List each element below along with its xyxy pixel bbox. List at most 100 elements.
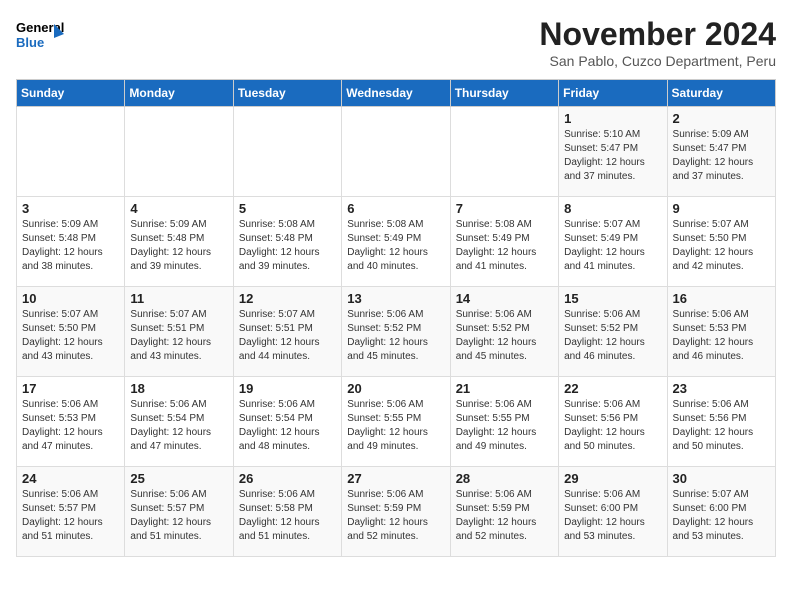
calendar-cell: 21 Sunrise: 5:06 AM Sunset: 5:55 PM Dayli… [450, 377, 558, 467]
day-number: 28 [456, 471, 553, 486]
calendar-cell: 18 Sunrise: 5:06 AM Sunset: 5:54 PM Dayli… [125, 377, 233, 467]
weekday-header-saturday: Saturday [667, 80, 775, 107]
cell-detail: Sunrise: 5:06 AM Sunset: 5:53 PM Dayligh… [673, 308, 770, 364]
day-number: 23 [673, 381, 770, 396]
calendar-cell [342, 107, 450, 197]
weekday-header-thursday: Thursday [450, 80, 558, 107]
calendar-cell: 24 Sunrise: 5:06 AM Sunset: 5:57 PM Dayli… [17, 467, 125, 557]
cell-detail: Sunrise: 5:07 AM Sunset: 6:00 PM Dayligh… [673, 488, 770, 544]
week-row-0: 1 Sunrise: 5:10 AM Sunset: 5:47 PM Daylig… [17, 107, 776, 197]
calendar-cell: 14 Sunrise: 5:06 AM Sunset: 5:52 PM Dayli… [450, 287, 558, 377]
cell-detail: Sunrise: 5:07 AM Sunset: 5:51 PM Dayligh… [239, 308, 336, 364]
week-row-1: 3 Sunrise: 5:09 AM Sunset: 5:48 PM Daylig… [17, 197, 776, 287]
cell-detail: Sunrise: 5:09 AM Sunset: 5:48 PM Dayligh… [22, 218, 119, 274]
cell-detail: Sunrise: 5:06 AM Sunset: 5:52 PM Dayligh… [347, 308, 444, 364]
calendar-cell: 2Sunrise: 5:09 AM Sunset: 5:47 PM Daylig… [667, 107, 775, 197]
day-number: 14 [456, 291, 553, 306]
day-number: 15 [564, 291, 661, 306]
day-number: 4 [130, 201, 227, 216]
cell-detail: Sunrise: 5:07 AM Sunset: 5:50 PM Dayligh… [22, 308, 119, 364]
title-area: November 2024 San Pablo, Cuzco Departmen… [539, 16, 776, 69]
logo: GeneralBlue [16, 16, 66, 54]
day-number: 24 [22, 471, 119, 486]
calendar-cell: 9 Sunrise: 5:07 AM Sunset: 5:50 PM Daylig… [667, 197, 775, 287]
cell-detail: Sunrise: 5:07 AM Sunset: 5:51 PM Dayligh… [130, 308, 227, 364]
calendar-cell: 20Sunrise: 5:06 AM Sunset: 5:55 PM Dayli… [342, 377, 450, 467]
cell-detail: Sunrise: 5:06 AM Sunset: 5:54 PM Dayligh… [130, 398, 227, 454]
day-number: 1 [564, 111, 661, 126]
day-number: 8 [564, 201, 661, 216]
cell-detail: Sunrise: 5:06 AM Sunset: 5:59 PM Dayligh… [347, 488, 444, 544]
calendar-cell: 29 Sunrise: 5:06 AM Sunset: 6:00 PM Dayli… [559, 467, 667, 557]
location-title: San Pablo, Cuzco Department, Peru [539, 53, 776, 69]
calendar-cell: 6 Sunrise: 5:08 AM Sunset: 5:49 PM Daylig… [342, 197, 450, 287]
day-number: 26 [239, 471, 336, 486]
cell-detail: Sunrise: 5:06 AM Sunset: 5:59 PM Dayligh… [456, 488, 553, 544]
cell-detail: Sunrise: 5:07 AM Sunset: 5:50 PM Dayligh… [673, 218, 770, 274]
day-number: 16 [673, 291, 770, 306]
logo-svg: GeneralBlue [16, 16, 66, 54]
cell-detail: Sunrise: 5:10 AM Sunset: 5:47 PM Dayligh… [564, 128, 661, 184]
day-number: 9 [673, 201, 770, 216]
cell-detail: Sunrise: 5:06 AM Sunset: 5:57 PM Dayligh… [22, 488, 119, 544]
week-row-3: 17Sunrise: 5:06 AM Sunset: 5:53 PM Dayli… [17, 377, 776, 467]
day-number: 29 [564, 471, 661, 486]
cell-detail: Sunrise: 5:08 AM Sunset: 5:49 PM Dayligh… [456, 218, 553, 274]
calendar-cell: 12 Sunrise: 5:07 AM Sunset: 5:51 PM Dayli… [233, 287, 341, 377]
calendar-cell: 3 Sunrise: 5:09 AM Sunset: 5:48 PM Daylig… [17, 197, 125, 287]
calendar-cell [233, 107, 341, 197]
cell-detail: Sunrise: 5:06 AM Sunset: 5:55 PM Dayligh… [456, 398, 553, 454]
cell-detail: Sunrise: 5:09 AM Sunset: 5:48 PM Dayligh… [130, 218, 227, 274]
day-number: 7 [456, 201, 553, 216]
calendar-cell: 25 Sunrise: 5:06 AM Sunset: 5:57 PM Dayli… [125, 467, 233, 557]
day-number: 6 [347, 201, 444, 216]
calendar-cell: 15Sunrise: 5:06 AM Sunset: 5:52 PM Dayli… [559, 287, 667, 377]
day-number: 22 [564, 381, 661, 396]
cell-detail: Sunrise: 5:06 AM Sunset: 5:56 PM Dayligh… [564, 398, 661, 454]
calendar-cell: 10 Sunrise: 5:07 AM Sunset: 5:50 PM Dayli… [17, 287, 125, 377]
cell-detail: Sunrise: 5:06 AM Sunset: 5:52 PM Dayligh… [456, 308, 553, 364]
cell-detail: Sunrise: 5:06 AM Sunset: 5:58 PM Dayligh… [239, 488, 336, 544]
calendar-cell: 13 Sunrise: 5:06 AM Sunset: 5:52 PM Dayli… [342, 287, 450, 377]
calendar-cell: 8 Sunrise: 5:07 AM Sunset: 5:49 PM Daylig… [559, 197, 667, 287]
calendar-cell: 28 Sunrise: 5:06 AM Sunset: 5:59 PM Dayli… [450, 467, 558, 557]
day-number: 18 [130, 381, 227, 396]
day-number: 2 [673, 111, 770, 126]
calendar-cell: 26 Sunrise: 5:06 AM Sunset: 5:58 PM Dayli… [233, 467, 341, 557]
cell-detail: Sunrise: 5:07 AM Sunset: 5:49 PM Dayligh… [564, 218, 661, 274]
weekday-header-friday: Friday [559, 80, 667, 107]
calendar-cell [450, 107, 558, 197]
day-number: 25 [130, 471, 227, 486]
day-number: 30 [673, 471, 770, 486]
calendar-cell [125, 107, 233, 197]
cell-detail: Sunrise: 5:06 AM Sunset: 5:56 PM Dayligh… [673, 398, 770, 454]
day-number: 10 [22, 291, 119, 306]
day-number: 3 [22, 201, 119, 216]
calendar-cell: 23 Sunrise: 5:06 AM Sunset: 5:56 PM Dayli… [667, 377, 775, 467]
day-number: 12 [239, 291, 336, 306]
day-number: 21 [456, 381, 553, 396]
weekday-header-monday: Monday [125, 80, 233, 107]
calendar-cell: 19Sunrise: 5:06 AM Sunset: 5:54 PM Dayli… [233, 377, 341, 467]
calendar-cell: 5 Sunrise: 5:08 AM Sunset: 5:48 PM Daylig… [233, 197, 341, 287]
cell-detail: Sunrise: 5:06 AM Sunset: 6:00 PM Dayligh… [564, 488, 661, 544]
calendar-cell: 1 Sunrise: 5:10 AM Sunset: 5:47 PM Daylig… [559, 107, 667, 197]
calendar-cell [17, 107, 125, 197]
cell-detail: Sunrise: 5:06 AM Sunset: 5:53 PM Dayligh… [22, 398, 119, 454]
header: GeneralBlue November 2024 San Pablo, Cuz… [16, 16, 776, 69]
calendar-cell: 4 Sunrise: 5:09 AM Sunset: 5:48 PM Daylig… [125, 197, 233, 287]
svg-text:Blue: Blue [16, 35, 44, 50]
cell-detail: Sunrise: 5:08 AM Sunset: 5:49 PM Dayligh… [347, 218, 444, 274]
day-number: 13 [347, 291, 444, 306]
week-row-4: 24 Sunrise: 5:06 AM Sunset: 5:57 PM Dayli… [17, 467, 776, 557]
day-number: 5 [239, 201, 336, 216]
cell-detail: Sunrise: 5:06 AM Sunset: 5:57 PM Dayligh… [130, 488, 227, 544]
calendar-cell: 17Sunrise: 5:06 AM Sunset: 5:53 PM Dayli… [17, 377, 125, 467]
month-title: November 2024 [539, 16, 776, 53]
calendar-table: SundayMondayTuesdayWednesdayThursdayFrid… [16, 79, 776, 557]
cell-detail: Sunrise: 5:08 AM Sunset: 5:48 PM Dayligh… [239, 218, 336, 274]
cell-detail: Sunrise: 5:06 AM Sunset: 5:55 PM Dayligh… [347, 398, 444, 454]
week-row-2: 10 Sunrise: 5:07 AM Sunset: 5:50 PM Dayli… [17, 287, 776, 377]
calendar-cell: 16 Sunrise: 5:06 AM Sunset: 5:53 PM Dayli… [667, 287, 775, 377]
day-number: 19 [239, 381, 336, 396]
